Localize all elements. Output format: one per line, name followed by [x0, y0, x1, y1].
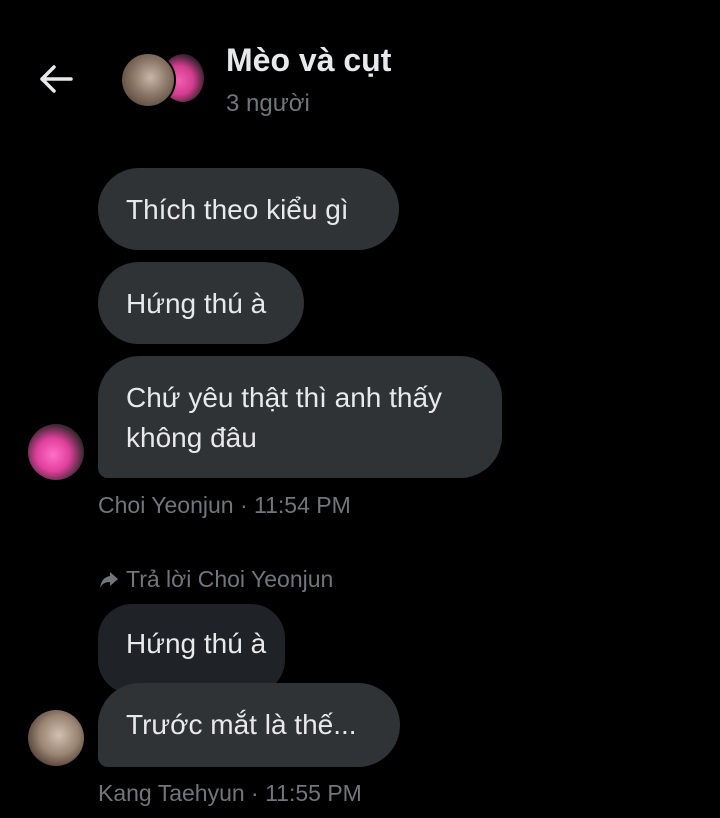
- sender-avatar[interactable]: [28, 710, 84, 766]
- reply-label: Trả lời Choi Yeonjun: [126, 566, 334, 592]
- sender-avatar[interactable]: [28, 424, 84, 480]
- message-bubble[interactable]: Thích theo kiểu gì: [98, 168, 399, 250]
- reply-arrow-icon: [100, 571, 118, 588]
- reply-indicator: Trả lời Choi Yeonjun: [98, 566, 333, 593]
- quoted-message[interactable]: Hứng thú à: [98, 604, 285, 694]
- message-meta: Kang Taehyun · 11:55 PM: [98, 780, 362, 806]
- group-avatar[interactable]: [120, 52, 206, 108]
- member-count[interactable]: 3 người: [226, 90, 310, 118]
- message-bubble[interactable]: Trước mắt là thế...: [98, 683, 400, 767]
- message-meta: Choi Yeonjun · 11:54 PM: [98, 492, 351, 518]
- conversation-title[interactable]: Mèo và cụt: [226, 42, 391, 79]
- back-button[interactable]: [28, 54, 84, 104]
- avatar: [120, 52, 176, 108]
- message-bubble[interactable]: Hứng thú à: [98, 262, 304, 344]
- arrow-left-icon: [40, 65, 73, 93]
- message-bubble[interactable]: Chứ yêu thật thì anh thấy không đâu: [98, 356, 502, 478]
